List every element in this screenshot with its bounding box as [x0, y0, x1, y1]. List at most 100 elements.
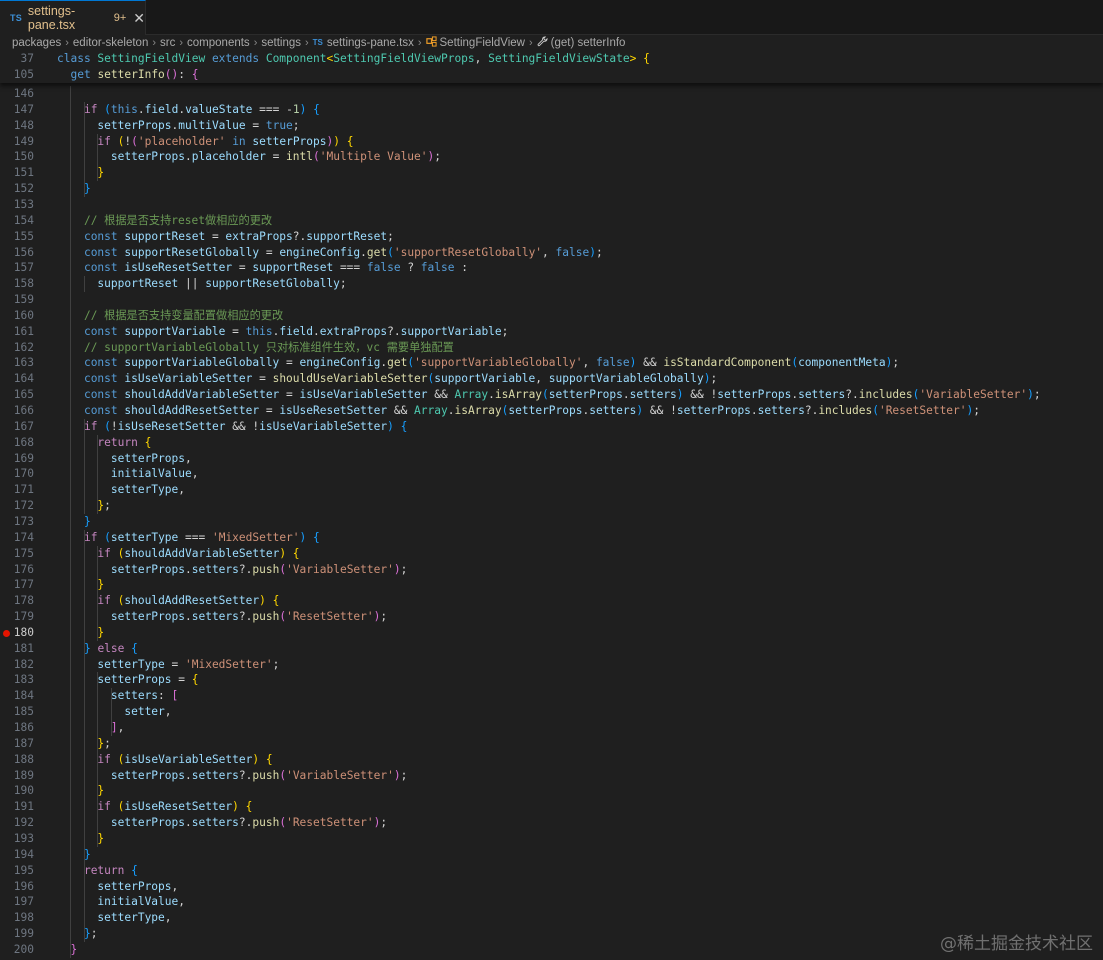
chevron-right-icon: ›: [65, 36, 69, 49]
code-line[interactable]: 169 setterProps,: [0, 451, 1103, 467]
code-line[interactable]: 183 setterProps = {: [0, 672, 1103, 688]
code-line[interactable]: 148 setterProps.multiValue = true;: [0, 118, 1103, 134]
breadcrumb-file[interactable]: settings-pane.tsx: [327, 37, 414, 49]
code-line[interactable]: 164 const isUseVariableSetter = shouldUs…: [0, 371, 1103, 387]
code-line[interactable]: 161 const supportVariable = this.field.e…: [0, 324, 1103, 340]
code-line[interactable]: 180 }: [0, 625, 1103, 641]
code-line[interactable]: 177 }: [0, 577, 1103, 593]
code-token: .: [360, 245, 367, 259]
code-line[interactable]: 184 setters: [: [0, 688, 1103, 704]
code-line[interactable]: 170 initialValue,: [0, 466, 1103, 482]
code-line[interactable]: 185 setter,: [0, 704, 1103, 720]
code-line[interactable]: 151 }: [0, 165, 1103, 181]
code-token: =: [238, 261, 253, 275]
code-line[interactable]: 158 supportReset || supportResetGlobally…: [0, 276, 1103, 292]
code-line[interactable]: 162 // supportVariableGlobally 只对标准组件生效，…: [0, 340, 1103, 356]
code-line[interactable]: 166 const shouldAddResetSetter = isUseRe…: [0, 403, 1103, 419]
code-line[interactable]: 37 class SettingFieldView extends Compone…: [0, 51, 1103, 67]
code-line[interactable]: 195 return {: [0, 863, 1103, 879]
code-line[interactable]: 163 const supportVariableGlobally = engi…: [0, 355, 1103, 371]
code-token: // 根据是否支持变量配置做相应的更改: [83, 308, 284, 322]
code-line[interactable]: 153: [0, 197, 1103, 213]
breadcrumb-src[interactable]: src: [160, 37, 175, 49]
code-token: supportResetGlobally: [124, 245, 266, 259]
code-line[interactable]: 196 setterProps,: [0, 879, 1103, 895]
close-icon[interactable]: ✕: [133, 10, 145, 27]
code-token: (: [313, 150, 320, 164]
code-editor[interactable]: 37 class SettingFieldView extends Compone…: [0, 51, 1103, 960]
code-line[interactable]: 174 if (setterType === 'MixedSetter') {: [0, 530, 1103, 546]
code-line[interactable]: 160 // 根据是否支持变量配置做相应的更改: [0, 308, 1103, 324]
code-line[interactable]: 182 setterType = 'MixedSetter';: [0, 657, 1103, 673]
code-token: supportResetGlobally: [205, 277, 340, 291]
line-number: 197: [13, 895, 34, 909]
code-line[interactable]: 157 const isUseResetSetter = supportRese…: [0, 260, 1103, 276]
code-line[interactable]: 192 setterProps.setters?.push('ResetSett…: [0, 815, 1103, 831]
code-line[interactable]: 150 setterProps.placeholder = intl('Mult…: [0, 149, 1103, 165]
code-line[interactable]: 159: [0, 292, 1103, 308]
breadcrumb-settings[interactable]: settings: [261, 37, 301, 49]
code-line[interactable]: 193 }: [0, 831, 1103, 847]
code-line[interactable]: 147 if (this.field.valueState === -1) {: [0, 102, 1103, 118]
tab-settings-pane[interactable]: TS settings-pane.tsx 9+ ✕: [0, 0, 146, 35]
breadcrumb-class[interactable]: SettingFieldView: [440, 37, 525, 49]
code-line[interactable]: 190 }: [0, 783, 1103, 799]
code-token: 'MixedSetter': [185, 657, 273, 671]
code-line[interactable]: 165 const shouldAddVariableSetter = isUs…: [0, 387, 1103, 403]
code-line[interactable]: 199 };: [0, 926, 1103, 942]
code-line[interactable]: 168 return {: [0, 435, 1103, 451]
line-number: 183: [13, 673, 34, 687]
code-line[interactable]: 191 if (isUseResetSetter) {: [0, 799, 1103, 815]
code-line[interactable]: 181 } else {: [0, 641, 1103, 657]
code-line[interactable]: 198 setterType,: [0, 910, 1103, 926]
line-number: 166: [13, 404, 34, 417]
code-token: === -: [259, 102, 293, 116]
breadcrumb-components[interactable]: components: [187, 37, 250, 49]
code-text: setterProps.setters?.push('ResetSetter')…: [57, 609, 387, 625]
code-line[interactable]: 171 setterType,: [0, 482, 1103, 498]
line-number: 199: [13, 927, 34, 941]
code-line[interactable]: 200 }: [0, 942, 1103, 958]
code-line[interactable]: 189 setterProps.setters?.push('VariableS…: [0, 768, 1103, 784]
code-text: setterProps.placeholder = intl('Multiple…: [57, 149, 441, 165]
code-token: setterProps: [717, 388, 792, 402]
code-token: .: [488, 388, 495, 402]
code-line[interactable]: 175 if (shouldAddVariableSetter) {: [0, 546, 1103, 562]
indent-guide: [83, 862, 85, 942]
code-line[interactable]: 146: [0, 86, 1103, 102]
breadcrumb-editor-skeleton[interactable]: editor-skeleton: [73, 37, 148, 49]
code-line[interactable]: 172 };: [0, 498, 1103, 514]
code-line[interactable]: 179 setterProps.setters?.push('ResetSett…: [0, 609, 1103, 625]
code-token: ,: [178, 895, 185, 909]
code-line[interactable]: 186 ],: [0, 720, 1103, 736]
code-line[interactable]: 194 }: [0, 847, 1103, 863]
sticky-scroll-header[interactable]: 37 class SettingFieldView extends Compone…: [0, 51, 1103, 83]
code-line[interactable]: 178 if (shouldAddResetSetter) {: [0, 593, 1103, 609]
code-token: isUseVariableSetter: [124, 752, 253, 766]
code-line[interactable]: 155 const supportReset = extraProps?.sup…: [0, 229, 1103, 245]
code-line[interactable]: 167 if (!isUseResetSetter && !isUseVaria…: [0, 419, 1103, 435]
code-line[interactable]: 156 const supportResetGlobally = engineC…: [0, 245, 1103, 261]
code-token: && !: [649, 404, 677, 417]
code-line[interactable]: 149 if (!('placeholder' in setterProps))…: [0, 134, 1103, 150]
code-token: false: [595, 356, 630, 370]
breadcrumb-getter[interactable]: (get) setterInfo: [551, 37, 626, 49]
code-line[interactable]: 187 };: [0, 736, 1103, 752]
code-line[interactable]: 197 initialValue,: [0, 894, 1103, 910]
code-line[interactable]: 188 if (isUseVariableSetter) {: [0, 752, 1103, 768]
code-token: .: [184, 150, 192, 164]
code-line[interactable]: 173 }: [0, 514, 1103, 530]
code-line[interactable]: 154 // 根据是否支持reset做相应的更改: [0, 213, 1103, 229]
breadcrumb-packages[interactable]: packages: [12, 37, 61, 49]
indent-guide: [83, 418, 85, 514]
code-token: ;: [400, 768, 408, 782]
code-line[interactable]: 105 get setterInfo(): {: [0, 67, 1103, 83]
code-line[interactable]: 152 }: [0, 181, 1103, 197]
code-token: push: [252, 768, 280, 782]
code-token: isUseResetSetter: [279, 404, 394, 417]
code-token: multiValue: [178, 118, 253, 132]
code-line[interactable]: 176 setterProps.setters?.push('VariableS…: [0, 562, 1103, 578]
